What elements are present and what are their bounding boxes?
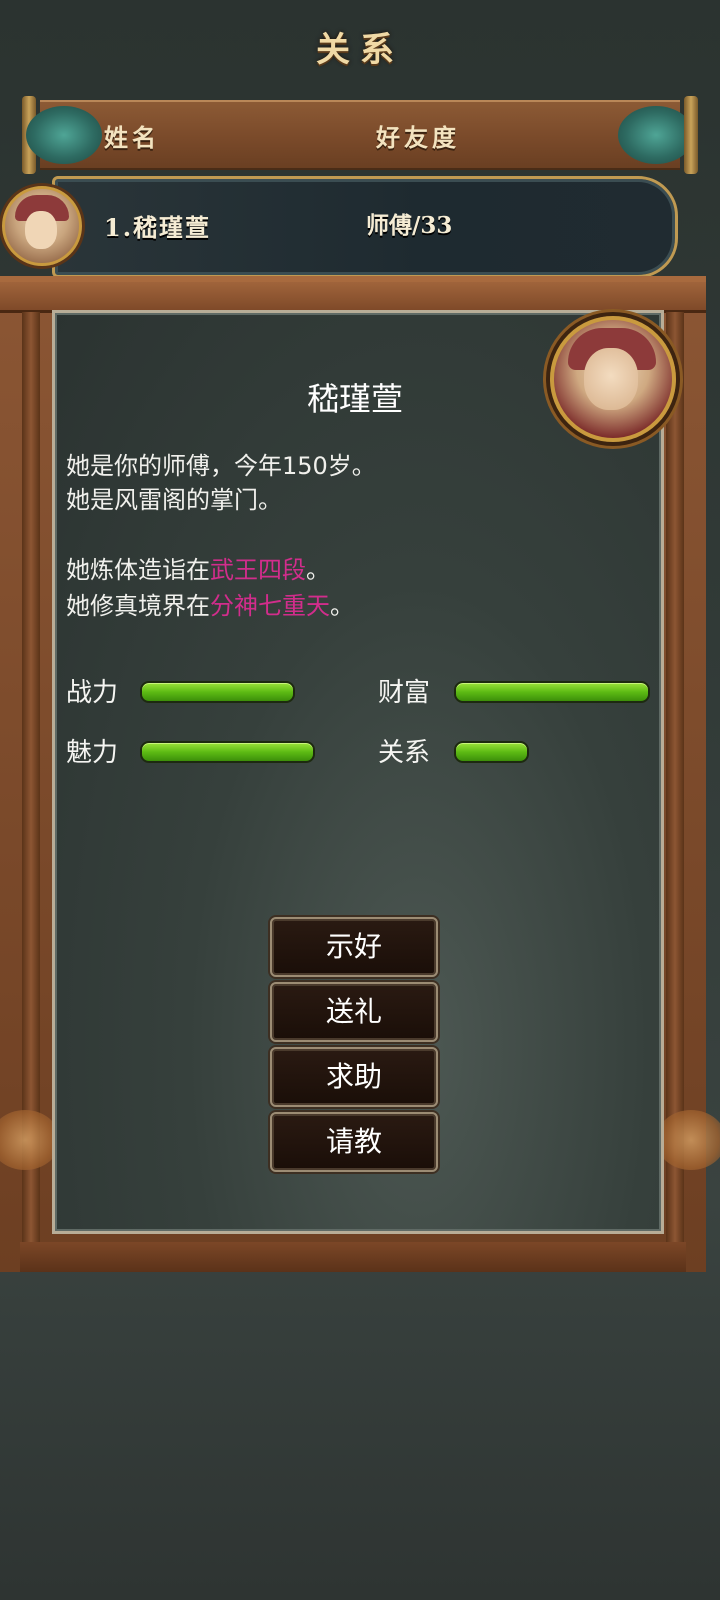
stat-combat-bar [140,681,295,703]
column-header: 姓名 好友度 [22,96,698,174]
character-name: 嵇瑾萱 [306,380,403,418]
cultivation-realm-value: 分神七重天 [210,592,330,620]
desc-sect: 她是风雷阁的掌门。 [66,486,282,514]
stat-combat-label: 战力 [66,678,119,708]
avatar[interactable] [2,186,82,266]
stat-wealth-label: 财富 [378,678,431,708]
scroll-post-right [684,96,698,174]
scroll-roll-right [618,106,694,164]
stat-charm-bar [140,741,315,763]
page-title: 关系 [316,30,404,70]
stat-charm-label: 魅力 [66,738,119,768]
learn-button[interactable]: 请教 [270,1112,438,1172]
list-item-name: 1.嵇瑾萱 [104,213,212,242]
desc-body-realm: 她炼体造诣在武王四段。 [66,556,330,584]
body-realm-value: 武王四段 [210,556,306,584]
stat-relation-bar [454,741,529,763]
column-name-label: 姓名 [104,123,160,152]
column-favor-label: 好友度 [376,123,460,152]
gift-button[interactable]: 送礼 [270,982,438,1042]
desc-age: 她是你的师傅，今年150岁。 [66,452,376,480]
stat-relation-label: 关系 [378,738,431,768]
help-button[interactable]: 求助 [270,1047,438,1107]
desc-cultivation-realm: 她修真境界在分神七重天。 [66,592,354,620]
list-item-relation: 师傅/33 [366,212,453,239]
cloud-ornament-icon [656,1110,720,1170]
scroll-roll-left [26,106,102,164]
flatter-button[interactable]: 示好 [270,917,438,977]
stat-wealth-bar [454,681,650,703]
